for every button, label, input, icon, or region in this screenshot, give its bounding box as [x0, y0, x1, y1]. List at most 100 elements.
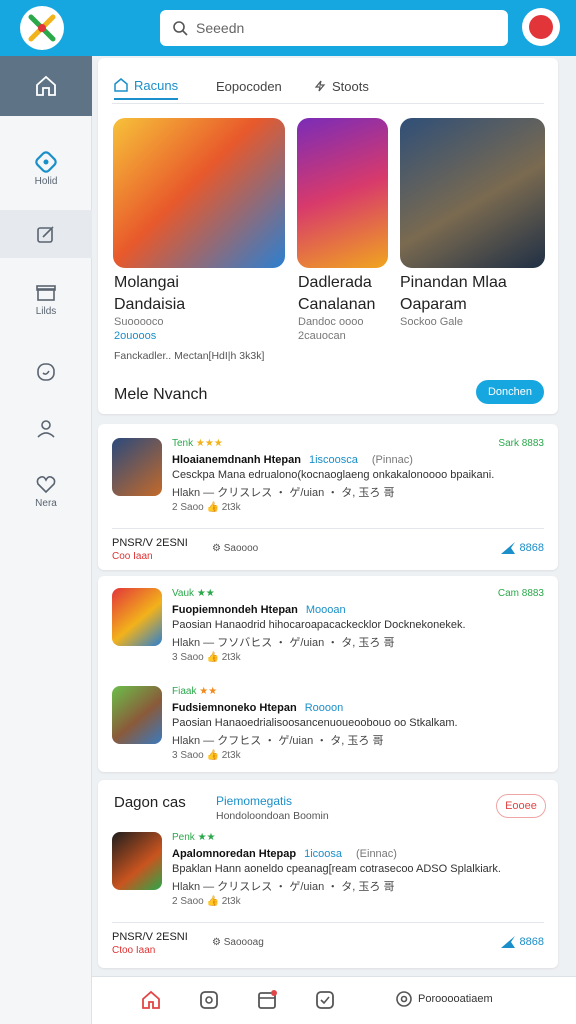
game-stats: 2 Saoo 👍 2t3k: [172, 502, 241, 513]
featured-game-2[interactable]: [297, 118, 388, 268]
game-icon: [112, 588, 162, 646]
bottom-nav-chat[interactable]: [314, 989, 336, 1016]
list-item[interactable]: Fiaak ★★ Fudsiemnoneko Htepan Roooon Paos…: [112, 686, 544, 766]
rating-stars: ★★: [196, 588, 215, 599]
rating-label: Vauk: [172, 588, 195, 599]
tab-racuns[interactable]: Racuns: [114, 72, 179, 100]
name-text: Hloaianemdnanh Htepan: [172, 454, 301, 466]
game-thumbnail: [297, 118, 388, 268]
sidebar-item-edit[interactable]: [0, 210, 92, 258]
sidebar-item-games[interactable]: Holid: [0, 144, 92, 194]
game-rating: Vauk ★★: [172, 588, 215, 599]
section-title: Mele Nvanch: [114, 386, 208, 403]
footer-section: ⚙ Saoooag: [212, 937, 264, 948]
game-ext: (Pinnac): [371, 454, 413, 466]
name-text: Apalomnoredan Htepap: [172, 848, 297, 860]
share-count: 8868: [519, 936, 544, 948]
rating-label: Penk: [172, 832, 195, 843]
game-description: Cesckpa Mana edrualono(kocnaoglaeng onka…: [172, 469, 495, 481]
sidebar-item-label: Lilds: [35, 306, 57, 317]
featured-game-3[interactable]: [400, 118, 545, 268]
rating-stars: ★★★: [195, 438, 223, 449]
chat-icon: [37, 363, 55, 381]
bolt-icon: [314, 80, 326, 92]
share-button[interactable]: 8868: [500, 541, 544, 555]
bottom-nav-label[interactable]: Porooooatiaem: [418, 993, 493, 1005]
featured-card: Racuns Eopocoden Stoots Molangai Dandais…: [98, 58, 558, 414]
app-logo[interactable]: [20, 6, 64, 50]
rating-label: Fiaak: [172, 686, 197, 697]
sidebar-item-label: Holid: [34, 176, 58, 187]
featured-price-2: 2cauocan: [298, 330, 346, 342]
bottom-nav-inbox[interactable]: [256, 989, 278, 1016]
home-icon: [114, 78, 128, 92]
sidebar-item-gifts[interactable]: Lilds: [0, 274, 92, 324]
gear-icon: [396, 991, 412, 1007]
game-name: Apalomnoredan Htepap 1icoosa (Einnac): [172, 848, 397, 860]
featured-game-1[interactable]: [113, 118, 285, 268]
card-footer: PNSR/V 2ESNI Ctoo Iaan ⚙ Saoooag 8868: [112, 922, 544, 958]
game-tag: 1icoosa: [304, 848, 342, 860]
title-line: Dadlerada: [298, 274, 372, 291]
game-rating: Penk ★★: [172, 832, 216, 843]
search-input[interactable]: Seeedn: [160, 10, 508, 46]
game-rank: Cam 8883: [497, 588, 544, 599]
search-icon: [173, 21, 188, 36]
follow-button[interactable]: Eooee: [496, 794, 546, 818]
game-name: Fuopiemnondeh Htepan Moooan: [172, 604, 346, 616]
game-meta: Hlakn — クフヒス ・ ゲ/uian ・ タ, 玉ろ 哥: [172, 735, 384, 747]
game-meta: Hlakn — クリスレス ・ ゲ/uian ・ タ, 玉ろ 哥: [172, 487, 395, 499]
game-ext: (Einnac): [356, 848, 397, 860]
tab-stoots[interactable]: Stoots: [314, 72, 369, 100]
bottom-nav-library[interactable]: [198, 989, 220, 1016]
title-line: Pinandan Mlaa: [400, 274, 507, 291]
sidebar-item-chat[interactable]: [0, 352, 92, 392]
game-stats: 2 Saoo 👍 2t3k: [172, 896, 241, 907]
list-item[interactable]: Penk ★★ Apalomnoredan Htepap 1icoosa (Einn…: [112, 832, 544, 912]
title-line: Molangai: [114, 274, 179, 291]
search-placeholder: Seeedn: [196, 20, 245, 36]
game-icon: [112, 832, 162, 890]
game-tag: Roooon: [304, 702, 344, 714]
game-rating: Tenk ★★★: [172, 438, 223, 449]
sidebar-item-more[interactable]: Nera: [0, 466, 92, 516]
game-name: Hloaianemdnanh Htepan 1iscoosca (Pinnac): [172, 454, 413, 466]
featured-sub-3: Sockoo Gale: [400, 316, 463, 328]
user-avatar[interactable]: [522, 8, 560, 46]
code-text: PNSR/V 2ESNI: [112, 931, 188, 943]
rating-stars: ★★: [199, 686, 218, 697]
footer-code: PNSR/V 2ESNI Coo Iaan: [112, 537, 188, 563]
tags-line: Fanckadler.. Mectan[HdI|h 3k3k]: [114, 350, 265, 362]
section-text: Saoooag: [223, 937, 264, 948]
avatar-image: [529, 15, 553, 39]
bottom-nav-home[interactable]: [140, 989, 162, 1016]
edit-icon: [37, 226, 54, 243]
game-list-card: Vauk ★★ Fuopiemnondeh Htepan Moooan Paosi…: [98, 576, 558, 772]
tab-label: Stoots: [332, 78, 369, 94]
featured-title-3: Pinandan Mlaa Oaparam: [400, 272, 507, 316]
card-footer: PNSR/V 2ESNI Coo Iaan ⚙ Saoooo 8868: [112, 528, 544, 564]
game-tag: Moooan: [305, 604, 346, 616]
list-item[interactable]: Vauk ★★ Fuopiemnondeh Htepan Moooan Paosi…: [112, 588, 544, 668]
tab-label: Eopocoden: [216, 78, 282, 94]
name-text: Fudsiemnoneko Htepan: [172, 702, 297, 714]
tab-eopocoden[interactable]: Eopocoden: [216, 72, 282, 100]
rating-label: Tenk: [172, 438, 194, 449]
section-link[interactable]: Piemomegatis: [216, 794, 292, 808]
sidebar-item-home[interactable]: [0, 56, 92, 116]
tab-label: Racuns: [134, 77, 179, 93]
title-line: Dandaisia: [114, 296, 186, 313]
title-line: Oaparam: [400, 296, 467, 313]
share-button[interactable]: 8868: [500, 935, 544, 949]
bottom-nav-settings[interactable]: [394, 989, 414, 1014]
featured-title-1: Molangai Dandaisia: [114, 272, 185, 316]
sidebar-item-profile[interactable]: [0, 408, 92, 448]
game-list-card: Dagon cas Piemomegatis Hondoloondoan Boo…: [98, 780, 558, 968]
clock-icon: [200, 991, 218, 1009]
game-icon: [112, 438, 162, 496]
more-button[interactable]: Donchen: [476, 380, 544, 404]
user-icon: [37, 420, 55, 438]
list-item[interactable]: Tenk ★★★ Hloaianemdnanh Htepan 1iscoosca (…: [112, 438, 544, 518]
game-icon: [112, 686, 162, 744]
top-bar: Seeedn: [0, 0, 576, 56]
